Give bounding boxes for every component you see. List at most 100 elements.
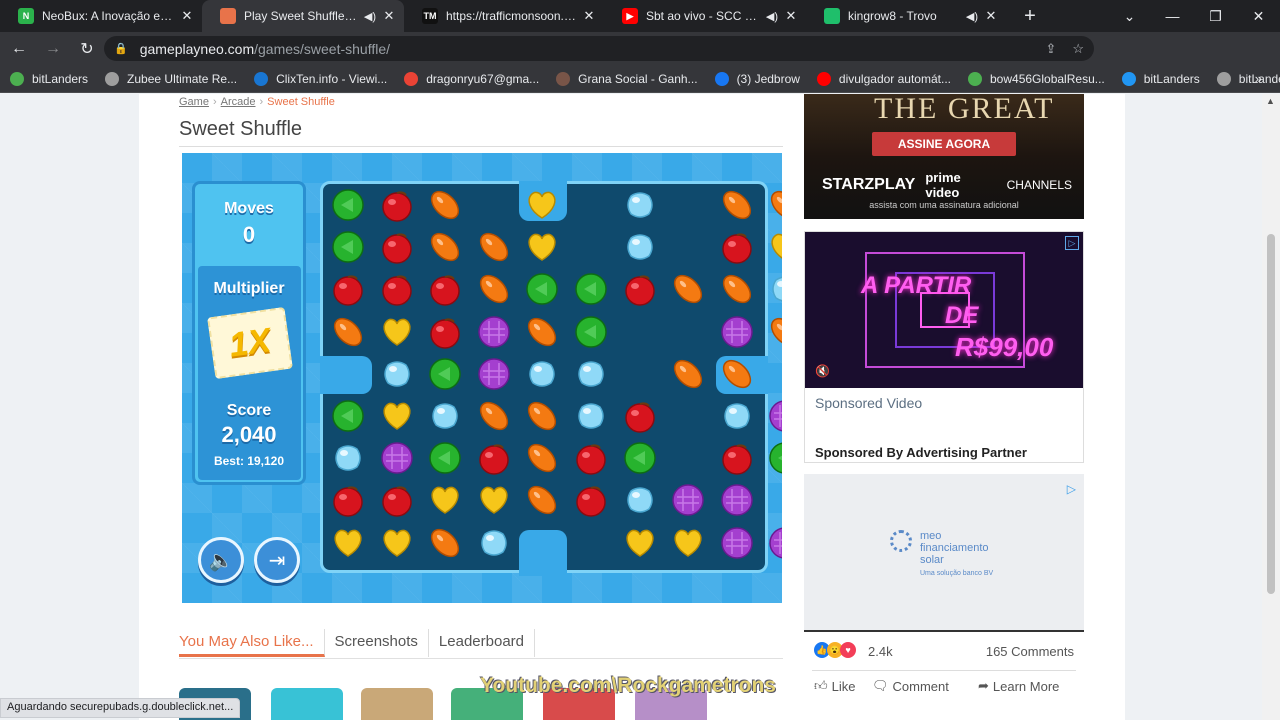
candy-board[interactable] [320,181,782,576]
blue-gumdrop-icon[interactable] [623,483,657,517]
orange-jellybean-icon[interactable] [720,272,754,306]
bookmark-star-icon[interactable]: ☆ [1072,41,1084,57]
tab-leaderboard[interactable]: Leaderboard [429,629,535,657]
orange-jellybean-icon[interactable] [525,441,559,475]
close-window-icon[interactable]: ✕ [1237,8,1280,25]
yellow-heart-candy-icon[interactable] [768,230,782,264]
game-thumbnail[interactable] [361,688,433,720]
minimize-icon[interactable]: — [1151,8,1194,24]
orange-jellybean-icon[interactable] [768,188,782,222]
red-cherry-candy-icon[interactable] [331,272,365,307]
restore-icon[interactable]: ❐ [1194,8,1237,25]
orange-jellybean-icon[interactable] [525,315,559,349]
green-candy-icon[interactable] [525,272,559,306]
red-cherry-candy-icon[interactable] [574,483,608,518]
tab-audio-icon[interactable]: ◀) [966,10,978,23]
red-cherry-candy-icon[interactable] [380,230,414,264]
purple-berry-candy-icon[interactable] [380,441,414,475]
orange-jellybean-icon[interactable] [525,483,559,517]
yellow-heart-candy-icon[interactable] [477,483,511,517]
red-cherry-candy-icon[interactable] [380,188,414,222]
tab-you-may-also-like[interactable]: You May Also Like... [179,629,325,657]
orange-jellybean-icon[interactable] [525,399,559,433]
orange-jellybean-icon[interactable] [720,357,754,391]
tab-audio-icon[interactable]: ◀) [364,10,376,23]
orange-jellybean-icon[interactable] [768,315,782,349]
reload-icon[interactable]: ↻ [72,39,102,59]
purple-berry-candy-icon[interactable] [720,315,754,349]
green-candy-icon[interactable] [331,230,365,264]
red-cherry-candy-icon[interactable] [428,315,462,349]
green-candy-icon[interactable] [623,441,657,475]
orange-jellybean-icon[interactable] [331,315,365,349]
page-scrollbar[interactable]: ▲ [1262,94,1280,720]
orange-jellybean-icon[interactable] [671,357,705,391]
red-cherry-candy-icon[interactable] [380,483,414,518]
forward-icon[interactable]: → [38,40,68,58]
sponsored-video-ad[interactable]: A PARTIR DE R$99,00 🔇 ▷ Sponsored Video … [804,231,1084,463]
scroll-up-icon[interactable]: ▲ [1266,96,1275,106]
new-tab-button[interactable]: + [1018,5,1042,28]
game-canvas[interactable]: Moves 0 Multiplier 1X Score 2,040 Best: … [182,153,782,603]
lock-icon[interactable]: 🔒 [114,42,128,55]
game-thumbnail[interactable] [271,688,343,720]
learn-more-button[interactable]: ➦ Learn More [978,678,1059,694]
blue-gumdrop-icon[interactable] [720,399,754,433]
blue-gumdrop-icon[interactable] [477,526,511,560]
red-cherry-candy-icon[interactable] [428,272,462,307]
breadcrumb-arcade[interactable]: Arcade [221,96,256,108]
yellow-heart-candy-icon[interactable] [331,526,365,560]
adchoices-icon[interactable]: ▷ [1067,482,1076,496]
blue-gumdrop-icon[interactable] [574,357,608,391]
sound-button[interactable]: 🔈 [198,537,244,583]
comment-button[interactable]: 🗨︎ Comment [872,678,949,694]
green-candy-icon[interactable] [574,315,608,349]
green-candy-icon[interactable] [331,188,365,222]
yellow-heart-candy-icon[interactable] [380,399,414,433]
red-cherry-candy-icon[interactable] [623,272,657,307]
blue-gumdrop-icon[interactable] [380,357,414,391]
green-candy-icon[interactable] [574,272,608,306]
yellow-heart-candy-icon[interactable] [380,315,414,349]
like-button[interactable]: 👍︎ Like [814,678,855,694]
meo-ad[interactable]: ▷ meo financiamento solar Uma solução ba… [804,474,1084,632]
orange-jellybean-icon[interactable] [477,399,511,433]
yellow-heart-candy-icon[interactable] [671,526,705,560]
browser-tab[interactable]: ▶ Sbt ao vivo - SCC SBT 24 ◀) ✕ [604,0,806,32]
blue-gumdrop-icon[interactable] [623,230,657,264]
ad-video[interactable]: A PARTIR DE R$99,00 🔇 ▷ [805,232,1083,388]
purple-berry-candy-icon[interactable] [477,357,511,391]
bookmark-item[interactable]: divulgador automát... [816,71,951,86]
bookmark-item[interactable]: Grana Social - Ganh... [556,71,698,86]
orange-jellybean-icon[interactable] [428,526,462,560]
green-candy-icon[interactable] [331,399,365,433]
orange-jellybean-icon[interactable] [428,188,462,222]
comments-count[interactable]: 165 Comments [986,644,1074,659]
yellow-heart-candy-icon[interactable] [525,188,559,222]
sponsored-video-label[interactable]: Sponsored Video [815,395,922,411]
browser-tab[interactable]: TM https://trafficmonsoon.net/b ✕ [404,0,604,32]
tab-close-icon[interactable]: ✕ [382,8,396,24]
bookmark-item[interactable]: (3) Jedbrow [714,71,800,86]
tab-close-icon[interactable]: ✕ [784,8,798,24]
red-cherry-candy-icon[interactable] [331,483,365,518]
purple-berry-candy-icon[interactable] [671,483,705,517]
bookmark-item[interactable]: bitLanders [10,71,88,86]
tab-close-icon[interactable]: ✕ [582,8,596,24]
bookmark-item[interactable]: bitLanders [1216,71,1280,86]
browser-tab[interactable]: kingrow8 - Trovo ◀) ✕ [806,0,1006,32]
red-cherry-candy-icon[interactable] [720,441,754,475]
tab-close-icon[interactable]: ✕ [984,8,998,24]
blue-gumdrop-icon[interactable] [574,399,608,433]
adchoices-icon[interactable]: ▷ [1065,236,1079,250]
red-cherry-candy-icon[interactable] [720,230,754,264]
orange-jellybean-icon[interactable] [477,272,511,306]
blue-gumdrop-icon[interactable] [768,272,782,306]
mute-icon[interactable]: 🔇 [815,364,830,378]
purple-berry-candy-icon[interactable] [768,399,782,433]
orange-jellybean-icon[interactable] [477,230,511,264]
yellow-heart-candy-icon[interactable] [623,526,657,560]
purple-berry-candy-icon[interactable] [477,315,511,349]
yellow-heart-candy-icon[interactable] [525,230,559,264]
green-candy-icon[interactable] [428,357,462,391]
